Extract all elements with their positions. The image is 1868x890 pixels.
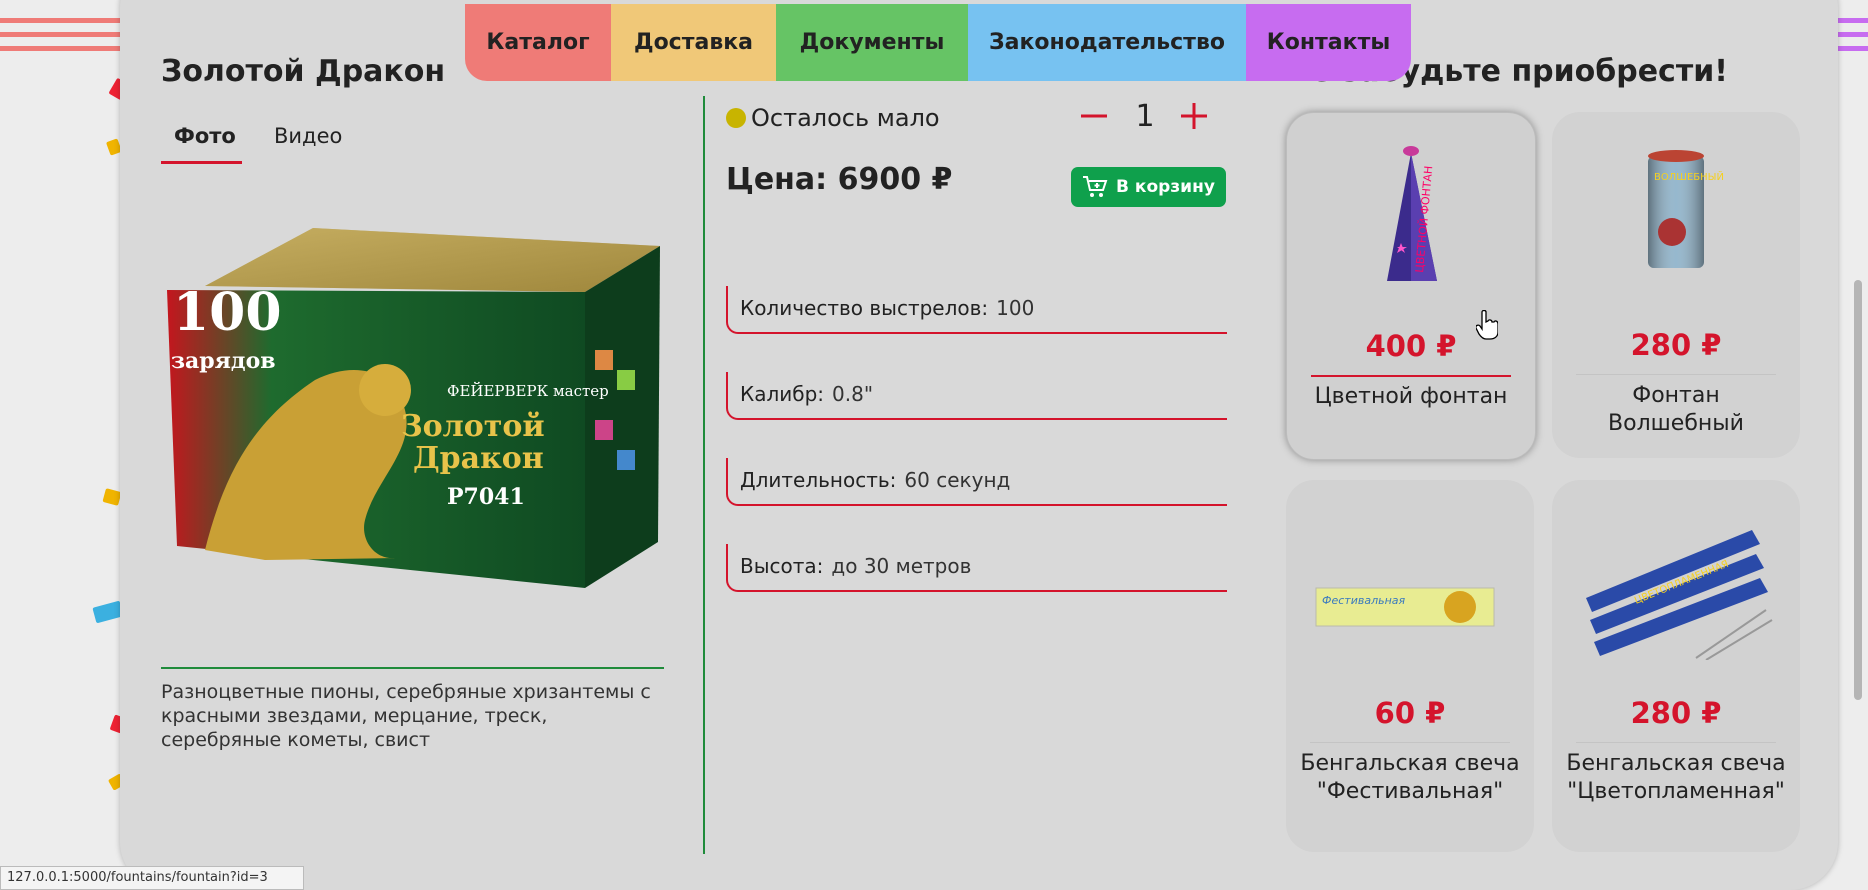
quantity-decrease-button[interactable] xyxy=(1074,96,1114,136)
box-title-line2: Дракон xyxy=(413,441,544,476)
recommendation-card[interactable]: ВОЛШЕБНЫЙ 280 ₽ Фонтан Волшебный xyxy=(1552,112,1800,458)
quantity-increase-button[interactable] xyxy=(1174,96,1214,136)
hand-cursor-icon xyxy=(1475,309,1499,344)
spec-height: Высота: до 30 метров xyxy=(726,544,1227,592)
recommendation-divider xyxy=(1310,742,1510,743)
plus-icon xyxy=(1181,103,1207,129)
box-title-line1: Золотой xyxy=(401,409,545,444)
product-title: Золотой Дракон xyxy=(161,54,446,89)
status-bar-url: 127.0.0.1:5000/fountains/fountain?id=3 xyxy=(0,866,304,890)
recommendation-image: ВОЛШЕБНЫЙ xyxy=(1576,132,1776,292)
recommendation-name: Фонтан Волшебный xyxy=(1608,383,1744,436)
recommendation-name: Бенгальская свеча "Фестивальная" xyxy=(1300,751,1520,804)
product-description: Разноцветные пионы, серебряные хризантем… xyxy=(161,681,651,751)
product-price: Цена: 6900 ₽ xyxy=(726,162,953,197)
spec-label: Количество выстрелов: xyxy=(740,296,989,320)
nav-contacts[interactable]: Контакты xyxy=(1246,4,1411,81)
box-brand: ФЕЙЕРВЕРК мастер xyxy=(447,381,609,400)
box-badge-text: зарядов xyxy=(171,348,276,374)
spec-value: до 30 метров xyxy=(831,554,972,578)
nav-legislation[interactable]: Законодательство xyxy=(968,4,1246,81)
spec-label: Калибр: xyxy=(740,382,825,406)
tab-video[interactable]: Видео xyxy=(274,124,342,148)
spec-label: Длительность: xyxy=(740,468,897,492)
recommendation-image: ЦВЕТНОЙ ФОНТАН xyxy=(1311,133,1511,293)
minus-icon xyxy=(1081,114,1107,118)
spec-shots: Количество выстрелов: 100 xyxy=(726,286,1227,334)
spec-caliber: Калибр: 0.8" xyxy=(726,372,1227,420)
nav-delivery[interactable]: Доставка xyxy=(611,4,776,81)
recommendation-price: 60 ₽ xyxy=(1374,696,1446,730)
recommendation-price: 280 ₽ xyxy=(1630,696,1722,730)
nav-documents[interactable]: Документы xyxy=(776,4,968,81)
recommendation-image-label: Фестивальная xyxy=(1322,594,1406,607)
add-to-cart-button[interactable]: В корзину xyxy=(1071,167,1226,207)
spec-label: Высота: xyxy=(740,554,824,578)
spec-value: 100 xyxy=(996,296,1035,320)
cart-icon xyxy=(1083,176,1108,197)
recommendation-image: Фестивальная xyxy=(1310,500,1510,660)
spec-value: 60 секунд xyxy=(904,468,1011,492)
tab-photo[interactable]: Фото xyxy=(174,124,236,148)
spec-duration: Длительность: 60 секунд xyxy=(726,458,1227,506)
stock-status: Осталось мало xyxy=(751,104,940,132)
quantity-value: 1 xyxy=(1135,99,1155,134)
add-to-cart-label: В корзину xyxy=(1116,177,1215,197)
recommendation-price: 280 ₽ xyxy=(1630,328,1722,362)
active-tab-indicator xyxy=(161,161,242,164)
recommendation-name: Бенгальская свеча "Цветопламенная" xyxy=(1566,751,1786,804)
recommendation-divider xyxy=(1576,742,1776,743)
recommendation-divider xyxy=(1311,375,1511,377)
recommendation-name: Цветной фонтан xyxy=(1314,384,1508,409)
box-badge-number: 100 xyxy=(173,282,282,343)
recommendation-card[interactable]: Фестивальная 60 ₽ Бенгальская свеча "Фес… xyxy=(1286,480,1534,852)
recommendation-card[interactable]: ЦВЕТОПЛАМЕННАЯ 280 ₽ Бенгальская свеча "… xyxy=(1552,480,1800,852)
main-nav: Каталог Доставка Документы Законодательс… xyxy=(465,4,1411,81)
description-divider xyxy=(161,667,664,669)
spec-value: 0.8" xyxy=(832,382,874,406)
column-divider xyxy=(703,96,705,854)
nav-catalog[interactable]: Каталог xyxy=(465,4,611,81)
box-code: Р7041 xyxy=(447,484,525,510)
recommendation-card[interactable]: ЦВЕТНОЙ ФОНТАН 400 ₽ Цветной фонтан xyxy=(1286,112,1536,460)
recommendation-image: ЦВЕТОПЛАМЕННАЯ xyxy=(1576,500,1776,661)
recommendation-image-label: ВОЛШЕБНЫЙ xyxy=(1654,170,1724,183)
product-image: 100 зарядов ФЕЙЕРВЕРК мастер Золотой Дра… xyxy=(165,220,665,600)
page-scrollbar[interactable] xyxy=(1854,280,1862,700)
recommendation-divider xyxy=(1576,374,1776,375)
stock-indicator-dot xyxy=(726,108,746,128)
